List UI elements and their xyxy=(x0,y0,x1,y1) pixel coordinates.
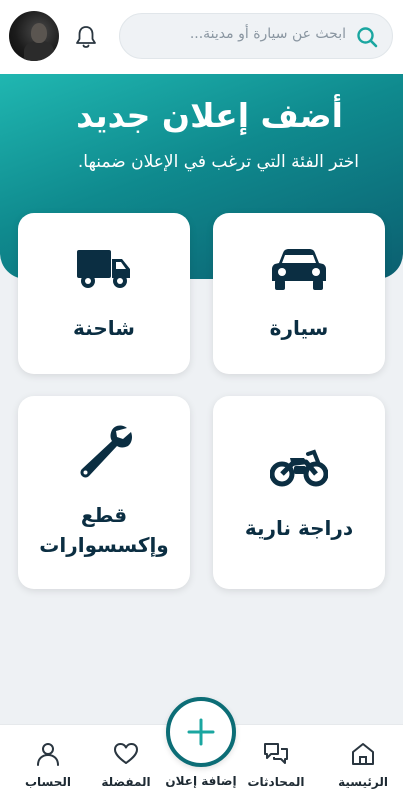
page-title: أضف إعلان جديد xyxy=(76,96,343,135)
nav-item-home[interactable]: الرئيسية xyxy=(323,725,403,800)
page-subtitle: اختر الفئة التي ترغب في الإعلان ضمنها. xyxy=(77,152,359,172)
motorcycle-icon xyxy=(269,446,329,492)
nav-item-account[interactable]: الحساب xyxy=(8,725,88,800)
search-bar[interactable]: ابحث عن سيارة أو مدينة... xyxy=(119,13,393,59)
category-label-motorcycle: دراجة نارية xyxy=(244,516,354,540)
category-label-car: سيارة xyxy=(269,316,329,340)
search-input[interactable]: ابحث عن سيارة أو مدينة... xyxy=(190,26,346,42)
truck-icon xyxy=(76,247,132,295)
chat-icon xyxy=(263,741,289,767)
car-icon xyxy=(271,247,327,295)
nav-item-chats[interactable]: المحادثات xyxy=(236,725,316,800)
bell-icon[interactable] xyxy=(74,24,98,50)
category-card-car[interactable]: سيارة xyxy=(213,213,385,374)
wrench-icon xyxy=(75,422,133,484)
nav-label-chats: المحادثات xyxy=(247,775,305,789)
category-card-motorcycle[interactable]: دراجة نارية xyxy=(213,396,385,589)
nav-label-add-listing: إضافة إعلان xyxy=(165,774,237,788)
category-label-parts-line1: قطع xyxy=(80,503,128,527)
top-bar: ابحث عن سيارة أو مدينة... xyxy=(0,0,403,74)
nav-label-favorites: المفضلة xyxy=(101,775,151,789)
user-icon xyxy=(35,741,61,767)
heart-icon xyxy=(113,741,139,767)
search-icon[interactable] xyxy=(356,26,378,48)
category-card-parts[interactable]: قطع وإكسسوارات xyxy=(18,396,190,589)
home-icon xyxy=(350,741,376,767)
nav-label-home: الرئيسية xyxy=(338,775,388,789)
user-avatar[interactable] xyxy=(9,11,59,61)
plus-icon xyxy=(187,718,215,746)
category-label-parts-line2: وإكسسوارات xyxy=(39,533,169,557)
nav-item-favorites[interactable]: المفضلة xyxy=(86,725,166,800)
add-listing-button[interactable] xyxy=(166,697,236,767)
category-label-truck: شاحنة xyxy=(73,316,135,340)
category-card-truck[interactable]: شاحنة xyxy=(18,213,190,374)
nav-label-account: الحساب xyxy=(24,775,72,789)
